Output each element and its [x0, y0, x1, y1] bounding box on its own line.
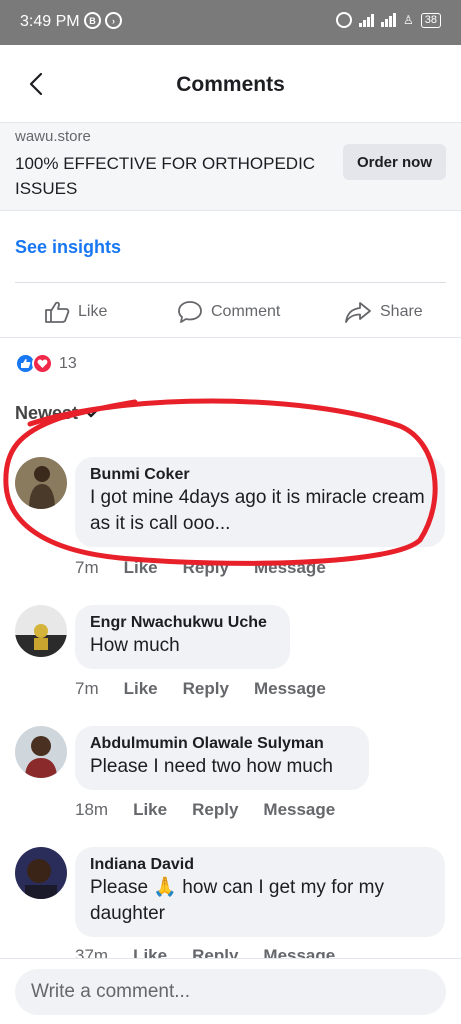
- share-label: Share: [380, 303, 423, 320]
- write-comment-input[interactable]: [15, 969, 446, 1015]
- battery-icon: 38: [420, 12, 441, 28]
- comment-bubble[interactable]: Bunmi Coker I got mine 4days ago it is m…: [75, 457, 445, 547]
- reactions-summary[interactable]: 13: [15, 353, 77, 374]
- avatar[interactable]: [15, 847, 67, 899]
- comment-like-button[interactable]: Like: [133, 800, 167, 820]
- post-actions: Like Comment Share: [0, 283, 461, 338]
- comment-text: I got mine 4days ago it is miracle cream…: [90, 487, 425, 534]
- comment-composer: [0, 958, 461, 1024]
- status-bar: 3:49 PM B › ♙ 38: [0, 0, 461, 45]
- comment-message-button[interactable]: Message: [263, 800, 335, 820]
- comment-reply-button[interactable]: Reply: [183, 679, 229, 699]
- see-insights-link[interactable]: See insights: [15, 237, 121, 258]
- comment-time: 7m: [75, 558, 99, 577]
- comment-message-button[interactable]: Message: [254, 558, 326, 578]
- comment-button[interactable]: Comment: [177, 300, 280, 324]
- comment-reply-button[interactable]: Reply: [192, 800, 238, 820]
- avatar[interactable]: [15, 457, 67, 509]
- comment-like-button[interactable]: Like: [124, 558, 158, 578]
- comment-author[interactable]: Bunmi Coker: [90, 465, 429, 485]
- order-now-button[interactable]: Order now: [343, 144, 446, 180]
- sort-dropdown[interactable]: Newest: [15, 403, 98, 424]
- comment-label: Comment: [211, 303, 281, 320]
- comment-author[interactable]: Engr Nwachukwu Uche: [90, 613, 274, 633]
- status-notification-icons: B ›: [84, 12, 122, 29]
- signal-icon: [358, 13, 374, 27]
- comment-time: 18m: [75, 800, 109, 819]
- like-button[interactable]: Like: [44, 300, 107, 324]
- shazam-notification-icon: ›: [105, 12, 122, 29]
- comment-text: How much: [90, 635, 180, 656]
- status-system-icons: ♙ 38: [335, 12, 441, 28]
- comment-actions: 18m Like Reply Message: [75, 800, 335, 820]
- comment-author[interactable]: Abdulmumin Olawale Sulyman: [90, 734, 353, 754]
- like-label: Like: [78, 303, 108, 320]
- comments-header: Comments: [0, 45, 461, 123]
- comment-reply-button[interactable]: Reply: [183, 558, 229, 578]
- ad-headline: 100% EFFECTIVE FOR ORTHOPEDIC ISSUES: [15, 154, 316, 198]
- comment-time: 7m: [75, 679, 99, 698]
- comment-author[interactable]: Indiana David: [90, 855, 429, 875]
- alarm-icon: [335, 12, 352, 28]
- share-arrow-icon: [345, 302, 371, 323]
- avatar[interactable]: [15, 605, 67, 657]
- person-icon: ♙: [402, 13, 414, 27]
- reaction-count: 13: [59, 354, 77, 372]
- love-reaction-icon: [32, 353, 53, 374]
- comment-message-button[interactable]: Message: [254, 679, 326, 699]
- share-button[interactable]: Share: [344, 300, 423, 324]
- comment-bubble[interactable]: Indiana David Please 🙏 how can I get my …: [75, 847, 445, 937]
- chevron-down-icon: [84, 409, 98, 417]
- comment-bubble[interactable]: Abdulmumin Olawale Sulyman Please I need…: [75, 726, 369, 790]
- status-time: 3:49 PM: [20, 13, 80, 30]
- b-notification-icon: B: [84, 12, 101, 29]
- ad-domain: wawu.store: [15, 128, 91, 145]
- ad-card[interactable]: wawu.store 100% EFFECTIVE FOR ORTHOPEDIC…: [0, 123, 461, 211]
- signal-4g-icon: [380, 13, 396, 27]
- comment-text: Please 🙏 how can I get my for my daughte…: [90, 877, 384, 924]
- avatar[interactable]: [15, 726, 67, 778]
- comment-like-button[interactable]: Like: [124, 679, 158, 699]
- comment-bubble[interactable]: Engr Nwachukwu Uche How much: [75, 605, 290, 669]
- sort-label: Newest: [15, 403, 79, 423]
- page-title: Comments: [176, 73, 285, 96]
- comment-text: Please I need two how much: [90, 756, 333, 777]
- comment-actions: 7m Like Reply Message: [75, 558, 326, 578]
- speech-bubble-icon: [178, 301, 202, 323]
- comment-actions: 7m Like Reply Message: [75, 679, 326, 699]
- thumbs-up-icon: [45, 301, 70, 323]
